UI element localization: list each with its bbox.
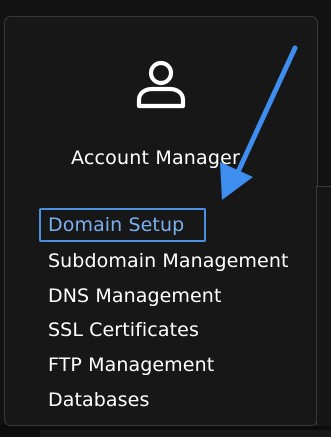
menu-item-dns-management[interactable]: DNS Management	[48, 285, 222, 307]
menu-item-databases[interactable]: Databases	[48, 389, 149, 411]
bottom-strip	[40, 430, 331, 437]
active-item-highlight	[39, 208, 206, 242]
menu-item-ftp-management[interactable]: FTP Management	[48, 354, 214, 376]
menu-item-ssl-certificates[interactable]: SSL Certificates	[48, 319, 199, 341]
account-manager-title[interactable]: Account Manager	[71, 147, 240, 169]
side-panel-edge	[316, 186, 331, 426]
menu-item-subdomain-management[interactable]: Subdomain Management	[48, 250, 289, 272]
user-icon	[136, 60, 186, 109]
